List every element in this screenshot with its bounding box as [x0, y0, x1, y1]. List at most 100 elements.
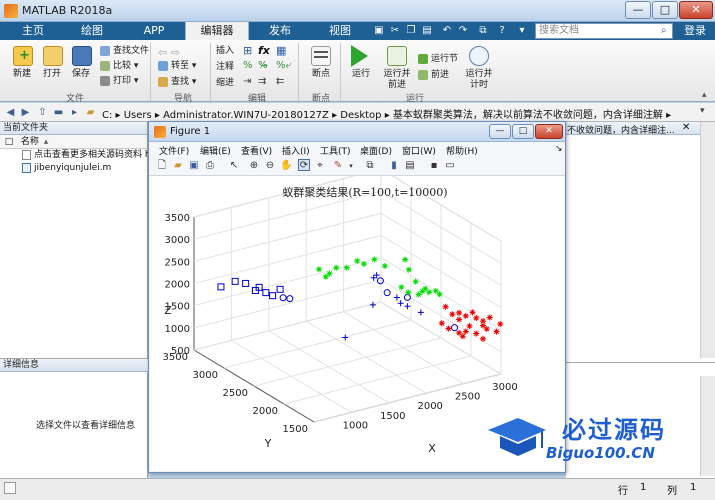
tab-publish[interactable]: 发布: [252, 22, 308, 40]
uncomment-icon[interactable]: %̶: [258, 60, 268, 71]
up-folder-icon[interactable]: ⇧: [36, 106, 49, 119]
print-figure-icon[interactable]: ⎙: [204, 160, 216, 172]
menu-file[interactable]: 文件(F): [159, 144, 189, 157]
advance-button[interactable]: 前进: [418, 69, 449, 82]
tab-apps[interactable]: APP: [124, 22, 184, 40]
dock-arrow-icon[interactable]: ↘: [555, 144, 563, 154]
editor-tab-title[interactable]: 不收敛问题，内含详细注...: [567, 123, 675, 136]
collapse-ribbon-icon[interactable]: ▴: [702, 90, 707, 100]
print-button[interactable]: 打印 ▾: [100, 75, 138, 88]
maximize-button[interactable]: □: [652, 1, 678, 19]
run-advance-icon[interactable]: [387, 46, 407, 66]
brush-icon[interactable]: ✎: [332, 160, 344, 172]
vertical-scrollbar[interactable]: [700, 376, 715, 476]
hide-plot-tools-icon[interactable]: ▪: [428, 160, 440, 172]
back-nav-icon[interactable]: ⇦ ⇨: [158, 46, 180, 59]
path-dropdown-icon[interactable]: ▾: [700, 106, 705, 116]
data-cursor-icon[interactable]: ⌖: [314, 160, 326, 172]
forward-arrow-icon[interactable]: ▶: [19, 106, 32, 119]
find-files-button[interactable]: 查找文件: [100, 45, 149, 58]
run-section-button[interactable]: 运行节: [418, 53, 458, 66]
comment-button[interactable]: 注释: [216, 61, 234, 74]
zoom-in-icon[interactable]: ⊕: [248, 160, 260, 172]
run-icon[interactable]: [351, 45, 368, 67]
legend-icon[interactable]: ▤: [404, 160, 416, 172]
run-time-label-1[interactable]: 运行并: [461, 69, 497, 80]
open-folder-icon[interactable]: [43, 46, 63, 66]
goto-button[interactable]: 转至 ▾: [158, 60, 196, 73]
insert-button[interactable]: 插入: [216, 45, 234, 58]
menu-tools[interactable]: 工具(T): [320, 144, 351, 157]
indent-button[interactable]: 缩进: [216, 77, 234, 90]
folder-history-icon[interactable]: ▸: [68, 106, 81, 119]
open-file-icon[interactable]: ▰: [172, 160, 184, 172]
menu-insert[interactable]: 插入(I): [282, 144, 310, 157]
vertical-scrollbar[interactable]: [700, 122, 715, 358]
file-list-item[interactable]: jibenyiqunjulei.m: [0, 162, 147, 175]
file-list-header[interactable]: □ 名称 ▴: [0, 135, 147, 149]
smart-indent-icon[interactable]: ⇥: [243, 76, 251, 87]
pan-icon[interactable]: ✋: [280, 160, 292, 172]
copy-quick-icon[interactable]: ❐: [404, 24, 418, 38]
figure-minimize-button[interactable]: —: [489, 124, 511, 139]
wrap-comment-icon[interactable]: %⤶: [276, 60, 291, 71]
decrease-indent-icon[interactable]: ⇇: [276, 76, 284, 87]
minimize-button[interactable]: —: [625, 1, 651, 19]
save-quick-icon[interactable]: ▣: [372, 24, 386, 38]
link-plot-icon[interactable]: ⧉: [364, 160, 376, 172]
file-list-item[interactable]: 点击查看更多相关源码资料 h: [0, 149, 151, 162]
save-figure-icon[interactable]: ▣: [188, 160, 200, 172]
name-column-header[interactable]: 名称: [21, 137, 39, 147]
run-time-label-2[interactable]: 计时: [461, 80, 497, 91]
figure-close-button[interactable]: ✕: [535, 124, 563, 139]
tab-home[interactable]: 主页: [5, 22, 61, 40]
tab-plots[interactable]: 绘图: [62, 22, 122, 40]
pointer-icon[interactable]: ↖: [228, 160, 240, 172]
menu-edit[interactable]: 编辑(E): [200, 144, 231, 157]
brush-dropdown-icon[interactable]: ▾: [345, 160, 357, 172]
login-button[interactable]: 登录: [680, 23, 710, 39]
redo-quick-icon[interactable]: ↷: [456, 24, 470, 38]
help-quick-icon[interactable]: ?: [495, 24, 509, 38]
new-figure-icon[interactable]: 🗋: [156, 160, 168, 172]
save-disk-icon[interactable]: [72, 46, 92, 66]
menu-window[interactable]: 窗口(W): [402, 144, 436, 157]
figure-maximize-button[interactable]: □: [512, 124, 534, 139]
back-arrow-icon[interactable]: ◀: [4, 106, 17, 119]
search-documentation-input[interactable]: 搜索文档: [535, 23, 673, 39]
show-plot-tools-icon[interactable]: ▭: [444, 160, 456, 172]
menu-desktop[interactable]: 桌面(D): [360, 144, 392, 157]
comment-percent-icon[interactable]: %: [243, 60, 253, 71]
colorbar-icon[interactable]: ▮: [388, 160, 400, 172]
browse-folder-icon[interactable]: ▬: [52, 106, 65, 119]
cut-quick-icon[interactable]: ✂: [388, 24, 402, 38]
run-label[interactable]: 运行: [343, 69, 379, 80]
current-path[interactable]: C: ▸ Users ▸ Administrator.WIN7U-2018012…: [102, 106, 671, 121]
insert-dropdown-icon[interactable]: ▦: [276, 44, 286, 57]
paste-quick-icon[interactable]: ▤: [420, 24, 434, 38]
tab-view[interactable]: 视图: [312, 22, 368, 40]
insert-section-icon[interactable]: ⊞: [243, 44, 252, 57]
run-and-time-icon[interactable]: [469, 46, 489, 66]
menu-view[interactable]: 查看(V): [241, 144, 272, 157]
sort-ascending-icon[interactable]: ▴: [44, 137, 49, 147]
search-icon[interactable]: ⌕: [661, 25, 667, 36]
fx-icon[interactable]: fx: [258, 44, 270, 57]
switch-windows-icon[interactable]: ⧉: [476, 24, 490, 38]
compare-button[interactable]: 比较 ▾: [100, 60, 138, 73]
save-label[interactable]: 保存: [63, 69, 99, 80]
find-button[interactable]: 查找 ▾: [158, 76, 196, 89]
close-button[interactable]: ✕: [679, 1, 713, 19]
menu-help[interactable]: 帮助(H): [446, 144, 478, 157]
breakpoint-label[interactable]: 断点: [302, 69, 340, 80]
run-advance-label-2[interactable]: 前进: [379, 80, 415, 91]
increase-indent-icon[interactable]: ⇉: [258, 76, 266, 87]
rotate-3d-icon[interactable]: ⟳: [298, 159, 310, 171]
customize-chevron-icon[interactable]: ▾: [515, 24, 529, 38]
undo-quick-icon[interactable]: ↶: [440, 24, 454, 38]
compare-label: 比较: [113, 61, 132, 71]
tab-editor[interactable]: 编辑器: [185, 22, 249, 40]
zoom-out-icon[interactable]: ⊖: [264, 160, 276, 172]
panel-close-icon[interactable]: ✕: [682, 122, 690, 133]
run-advance-label-1[interactable]: 运行并: [379, 69, 415, 80]
